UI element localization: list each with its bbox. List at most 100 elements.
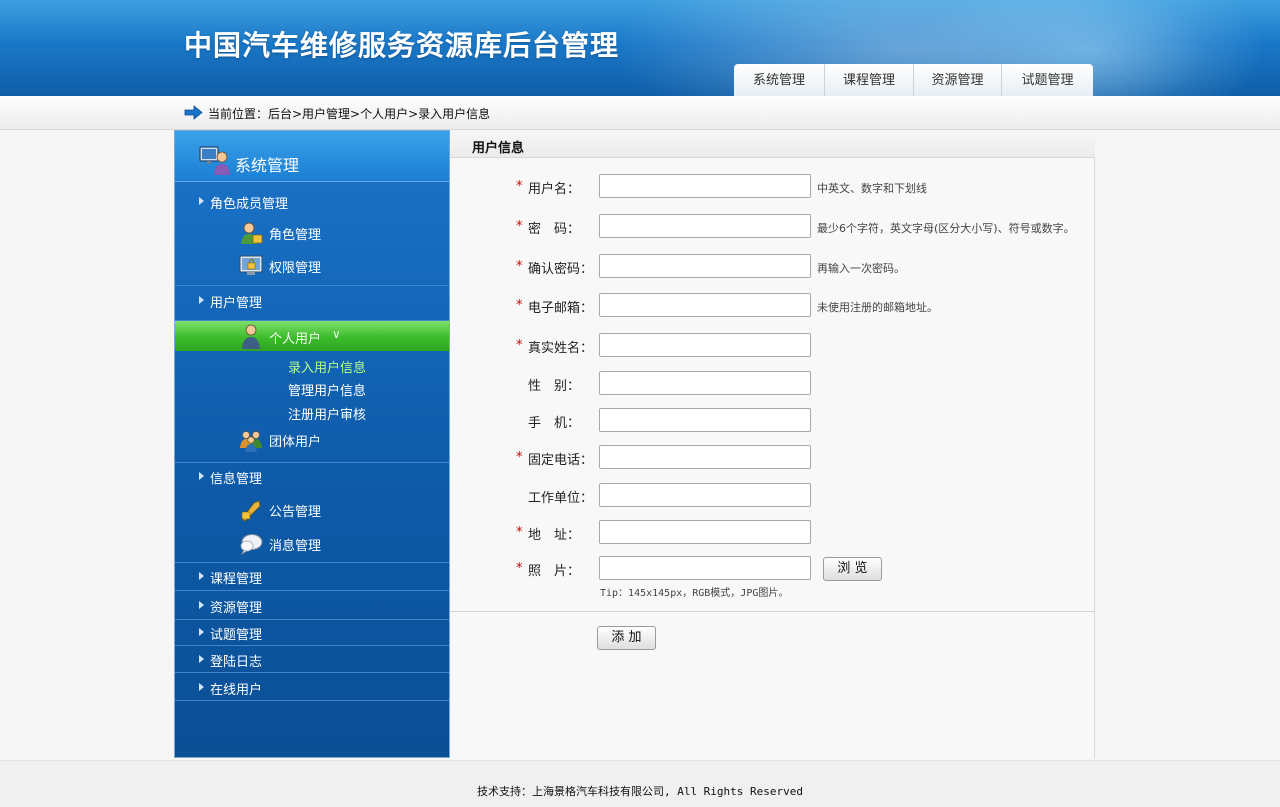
triangle-right-icon — [199, 572, 204, 580]
browse-button[interactable]: 浏 览 — [823, 557, 882, 581]
sidebar-item-role-manage[interactable]: 角色管理 — [175, 217, 449, 247]
top-nav: 系统管理 课程管理 资源管理 试题管理 — [734, 64, 1093, 96]
field-label: 性 别： — [528, 379, 581, 394]
breadcrumb-bar: 当前位置：后台>用户管理>个人用户>录入用户信息 — [0, 96, 1280, 130]
photo-path-input[interactable] — [599, 556, 811, 580]
sidebar-item-label: 权限管理 — [269, 261, 322, 276]
trumpet-icon — [241, 500, 261, 522]
sidebar-item-message-manage[interactable]: 消息管理 — [175, 528, 449, 558]
sidebar-section-role-members[interactable]: 角色成员管理 — [175, 188, 449, 216]
field-label: 工作单位： — [528, 491, 594, 506]
field-label: 电子邮箱： — [528, 301, 594, 316]
sidebar-section-resource-manage[interactable]: 资源管理 — [175, 592, 449, 620]
sidebar-title: 系统管理 — [235, 156, 300, 175]
real-name-input[interactable] — [599, 333, 811, 357]
field-landline: * 固定电话： — [450, 445, 1095, 469]
gender-input[interactable] — [599, 371, 811, 395]
form-divider — [450, 611, 1095, 612]
field-label: 地 址： — [528, 528, 581, 543]
sidebar-item-permission-manage[interactable]: 权限管理 — [175, 250, 449, 280]
sidebar-divider — [175, 285, 449, 286]
sidebar-section-user-manage[interactable]: 用户管理 — [175, 287, 449, 315]
sidebar-item-notice-manage[interactable]: 公告管理 — [175, 494, 449, 524]
field-password: * 密 码： 最少6个字符，英文字母(区分大小写)、符号或数字。 — [450, 214, 1095, 238]
field-mobile: 手 机： — [450, 408, 1095, 432]
field-hint: 未使用注册的邮箱地址。 — [817, 301, 938, 314]
triangle-right-icon — [199, 628, 204, 636]
monitor-lock-icon — [239, 255, 263, 275]
sidebar-sub-manage-user-info[interactable]: 管理用户信息 — [288, 380, 366, 399]
required-mark: * — [516, 298, 523, 313]
field-label: 固定电话： — [528, 453, 594, 468]
sidebar-sub-enter-user-info[interactable]: 录入用户信息 — [288, 357, 366, 376]
field-label: 照 片： — [528, 564, 581, 579]
sidebar-header: 系统管理 — [175, 131, 449, 182]
confirm-password-input[interactable] — [599, 254, 811, 278]
required-mark: * — [516, 219, 523, 234]
required-mark: * — [516, 179, 523, 194]
footer-copyright: 技术支持：上海景格汽车科技有限公司, All Rights Reserved — [476, 785, 804, 798]
sidebar-section-label: 信息管理 — [210, 472, 263, 487]
field-label: 确认密码： — [528, 262, 594, 277]
sidebar-divider — [175, 672, 449, 673]
sidebar-section-online-users[interactable]: 在线用户 — [175, 674, 449, 702]
sidebar-item-label: 团体用户 — [269, 435, 322, 450]
tab-system-manage[interactable]: 系统管理 — [734, 64, 825, 96]
add-button[interactable]: 添 加 — [597, 626, 656, 650]
sidebar-section-exam-manage[interactable]: 试题管理 — [175, 619, 449, 647]
sidebar-item-label: 角色管理 — [269, 228, 322, 243]
triangle-right-icon — [199, 655, 204, 663]
sidebar-section-label: 试题管理 — [210, 628, 263, 643]
sidebar-item-personal-user[interactable]: 个人用户 ∨ — [175, 321, 449, 351]
field-address: * 地 址： — [450, 520, 1095, 544]
sidebar-item-label: 个人用户 — [269, 332, 322, 347]
address-input[interactable] — [599, 520, 811, 544]
field-confirm-password: * 确认密码： 再输入一次密码。 — [450, 254, 1095, 278]
sidebar-section-label: 在线用户 — [210, 683, 263, 698]
sidebar-item-group-user[interactable]: 团体用户 — [175, 424, 449, 454]
work-unit-input[interactable] — [599, 483, 811, 507]
user-form-panel: 用户信息 * 用户名： 中英文、数字和下划线 * 密 码： 最少6个字符，英文字… — [450, 130, 1095, 758]
email-input[interactable] — [599, 293, 811, 317]
page-header: 中国汽车维修服务资源库后台管理 系统管理 课程管理 资源管理 试题管理 — [0, 0, 1280, 96]
sidebar-item-label: 公告管理 — [269, 505, 322, 520]
field-hint: 再输入一次密码。 — [817, 262, 905, 275]
sidebar-sub-registration-review[interactable]: 注册用户审核 — [288, 404, 366, 423]
username-input[interactable] — [599, 174, 811, 198]
triangle-right-icon — [199, 296, 204, 304]
field-gender: 性 别： — [450, 371, 1095, 395]
field-label: 真实姓名： — [528, 341, 594, 356]
field-username: * 用户名： 中英文、数字和下划线 — [450, 174, 1095, 198]
form-title: 用户信息 — [472, 141, 525, 156]
tab-exam-manage[interactable]: 试题管理 — [1002, 64, 1093, 96]
sidebar-item-label: 消息管理 — [269, 539, 322, 554]
triangle-right-icon — [199, 683, 204, 691]
breadcrumb: 当前位置：后台>用户管理>个人用户>录入用户信息 — [208, 107, 491, 121]
tab-resource-manage[interactable]: 资源管理 — [914, 64, 1002, 96]
sidebar-section-info-manage[interactable]: 信息管理 — [175, 463, 449, 491]
field-label: 手 机： — [528, 416, 581, 431]
required-mark: * — [516, 525, 523, 540]
sidebar-section-label: 资源管理 — [210, 601, 263, 616]
sidebar: 系统管理 角色成员管理 角色管理 权限管理 用户管理 个人用户 ∨ 录入用户信息… — [174, 130, 450, 758]
field-real-name: * 真实姓名： — [450, 333, 1095, 357]
field-photo: * 照 片： — [450, 556, 1095, 580]
sidebar-section-course-manage[interactable]: 课程管理 — [175, 563, 449, 591]
mobile-input[interactable] — [599, 408, 811, 432]
field-email: * 电子邮箱： 未使用注册的邮箱地址。 — [450, 293, 1095, 317]
sidebar-section-login-log[interactable]: 登陆日志 — [175, 646, 449, 674]
sidebar-section-label: 角色成员管理 — [210, 197, 289, 212]
sidebar-section-label: 登陆日志 — [210, 655, 263, 670]
chevron-down-icon: ∨ — [332, 327, 341, 341]
landline-input[interactable] — [599, 445, 811, 469]
sidebar-divider — [175, 700, 449, 701]
arrow-right-icon — [184, 105, 203, 120]
required-mark: * — [516, 561, 523, 576]
tab-course-manage[interactable]: 课程管理 — [825, 64, 914, 96]
password-input[interactable] — [599, 214, 811, 238]
speech-bubble-icon — [240, 534, 263, 556]
sidebar-divider — [175, 590, 449, 591]
sidebar-section-label: 课程管理 — [210, 572, 263, 587]
field-work-unit: 工作单位： — [450, 483, 1095, 507]
site-title: 中国汽车维修服务资源库后台管理 — [184, 29, 620, 62]
